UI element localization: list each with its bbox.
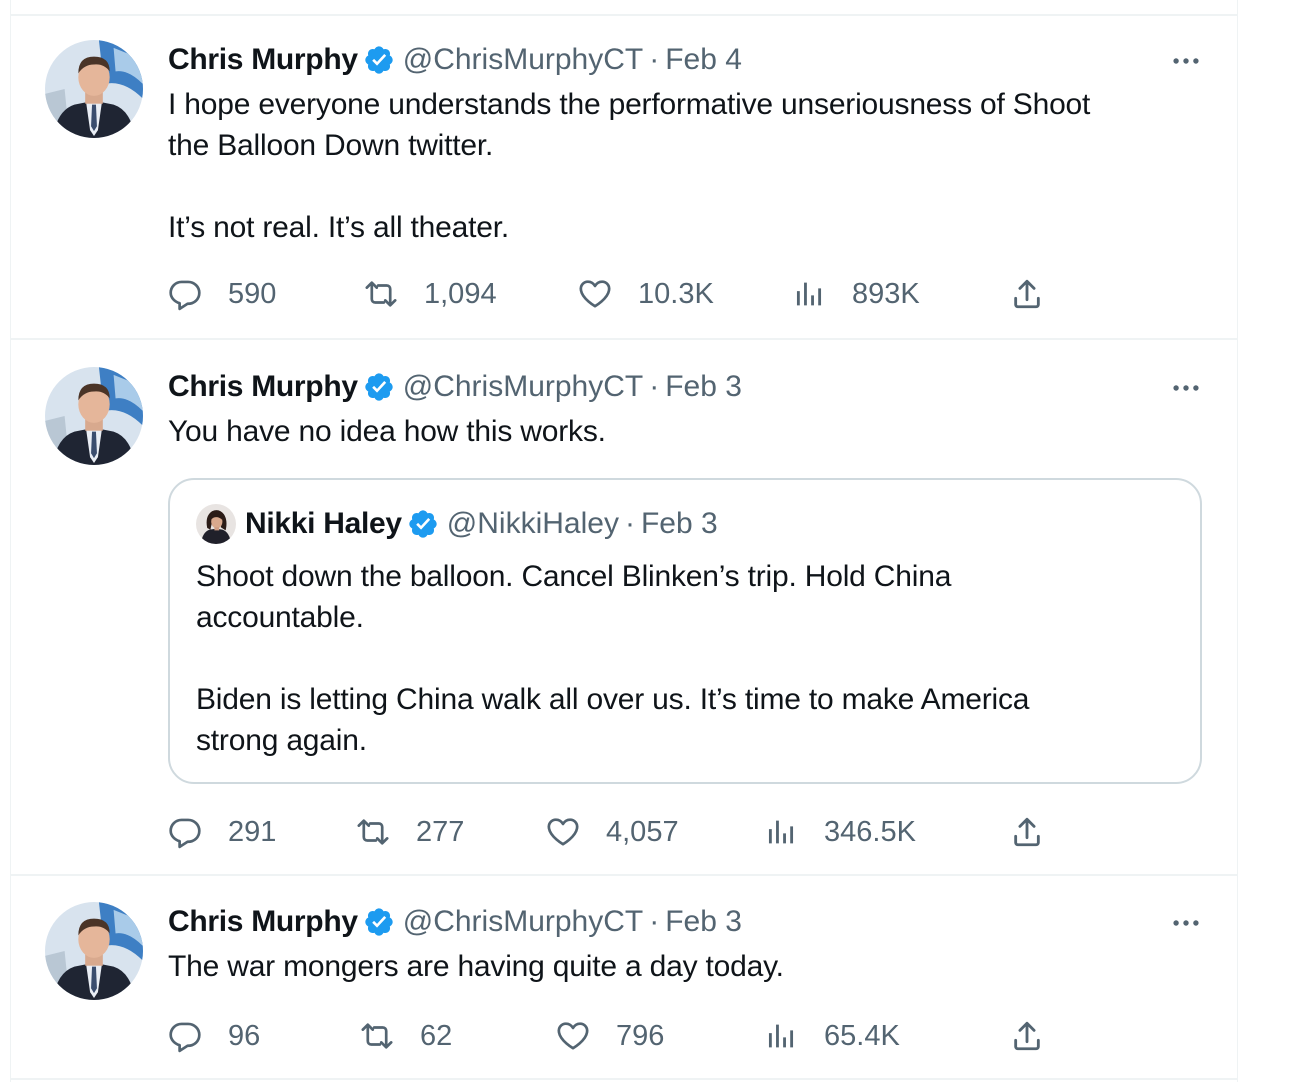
share-icon (1010, 1019, 1044, 1053)
verified-badge-icon (407, 508, 439, 540)
separator: · (649, 905, 660, 938)
tweet-header: Chris Murphy @ChrisMurphyCT · Feb 3 (168, 902, 742, 942)
tweet-text-line: I hope everyone understands the performa… (168, 88, 1091, 121)
view-count: 893K (852, 277, 920, 310)
retweet-count: 277 (416, 815, 465, 848)
tweet-text-line: It’s not real. It’s all theater. (168, 211, 510, 244)
author-handle[interactable]: @ChrisMurphyCT (403, 905, 643, 939)
share-button[interactable] (1010, 1014, 1070, 1058)
retweet-icon (356, 815, 390, 849)
tweet-date[interactable]: Feb 4 (665, 43, 742, 77)
tweet-header: Chris Murphy @ChrisMurphyCT · Feb 3 (168, 367, 742, 407)
quoted-author-name: Nikki Haley (245, 507, 402, 540)
quoted-text-line (196, 638, 1186, 679)
reply-icon (168, 1019, 202, 1053)
views-icon (792, 277, 826, 311)
tweet-date[interactable]: Feb 3 (665, 905, 742, 939)
reply-icon (168, 277, 202, 311)
tweet-text-line: The war mongers are having quite a day t… (168, 950, 784, 983)
quoted-avatar (196, 504, 236, 544)
quoted-tweet-text: Shoot down the balloon. Cancel Blinken’s… (196, 556, 1186, 761)
quoted-tweet-date: Feb 3 (640, 507, 718, 540)
reply-button[interactable]: 291 (168, 810, 276, 854)
author-name[interactable]: Chris Murphy (168, 370, 358, 404)
view-count: 346.5K (824, 815, 916, 848)
retweet-icon (360, 1019, 394, 1053)
views-icon (764, 815, 798, 849)
share-icon (1010, 277, 1044, 311)
views-icon (764, 1019, 798, 1053)
like-count: 4,057 (606, 815, 679, 848)
reply-count: 96 (228, 1019, 261, 1052)
author-handle[interactable]: @ChrisMurphyCT (403, 43, 643, 77)
more-icon[interactable] (1161, 373, 1211, 403)
reply-count: 291 (228, 815, 277, 848)
tweet[interactable]: Chris Murphy @ChrisMurphyCT · Feb 3 You … (11, 340, 1237, 876)
like-button[interactable]: 796 (556, 1014, 664, 1058)
more-icon[interactable] (1161, 908, 1211, 938)
avatar[interactable] (45, 367, 143, 465)
tweet-date[interactable]: Feb 3 (665, 370, 742, 404)
author-name[interactable]: Chris Murphy (168, 905, 358, 939)
retweet-button[interactable]: 62 (360, 1014, 452, 1058)
like-button[interactable]: 4,057 (546, 810, 679, 854)
share-button[interactable] (1010, 272, 1070, 316)
author-handle[interactable]: @ChrisMurphyCT (403, 370, 643, 404)
quoted-text-line: strong again. (196, 724, 367, 757)
view-count: 65.4K (824, 1019, 900, 1052)
avatar[interactable] (45, 40, 143, 138)
tweet-text-line (168, 166, 1090, 207)
share-button[interactable] (1010, 810, 1070, 854)
avatar[interactable] (45, 902, 143, 1000)
views-button[interactable]: 65.4K (764, 1014, 900, 1058)
quoted-author-handle: @NikkiHaley (446, 507, 619, 540)
like-button[interactable]: 10.3K (578, 272, 714, 316)
quoted-tweet-header: Nikki Haley @NikkiHaley · Feb 3 (196, 504, 718, 544)
verified-badge-icon (363, 44, 395, 76)
tweet[interactable]: Chris Murphy @ChrisMurphyCT · Feb 4 I ho… (11, 16, 1237, 340)
retweet-count: 1,094 (424, 277, 497, 310)
action-bar: 590 1,094 10.3K 893K (168, 272, 1068, 316)
tweet-text-line: You have no idea how this works. (168, 415, 606, 448)
author-name[interactable]: Chris Murphy (168, 43, 358, 77)
retweet-button[interactable]: 277 (356, 810, 464, 854)
views-button[interactable]: 346.5K (764, 810, 916, 854)
tweet-text: The war mongers are having quite a day t… (168, 946, 784, 987)
separator: · (649, 43, 660, 76)
reply-button[interactable]: 96 (168, 1014, 260, 1058)
heart-icon (578, 277, 612, 311)
reply-icon (168, 815, 202, 849)
more-icon[interactable] (1161, 46, 1211, 76)
tweet-text: I hope everyone understands the performa… (168, 84, 1090, 248)
like-count: 796 (616, 1019, 665, 1052)
like-count: 10.3K (638, 277, 714, 310)
heart-icon (546, 815, 580, 849)
share-icon (1010, 815, 1044, 849)
verified-badge-icon (363, 371, 395, 403)
timeline-feed: Chris Murphy @ChrisMurphyCT · Feb 4 I ho… (10, 0, 1238, 1082)
quoted-text-line: accountable. (196, 601, 364, 634)
tweet[interactable]: Chris Murphy @ChrisMurphyCT · Feb 3 The … (11, 876, 1237, 1080)
retweet-button[interactable]: 1,094 (364, 272, 497, 316)
reply-count: 590 (228, 277, 277, 310)
tweet-text: You have no idea how this works. (168, 411, 606, 452)
quoted-text-line: Shoot down the balloon. Cancel Blinken’s… (196, 560, 952, 593)
separator: · (624, 507, 635, 540)
heart-icon (556, 1019, 590, 1053)
views-button[interactable]: 893K (792, 272, 920, 316)
action-bar: 291 277 4,057 346.5K (168, 810, 1068, 854)
verified-badge-icon (363, 906, 395, 938)
quoted-text-line: Biden is letting China walk all over us.… (196, 683, 1030, 716)
tweet-text-line: the Balloon Down twitter. (168, 129, 494, 162)
action-bar: 96 62 796 65.4K (168, 1014, 1068, 1058)
separator: · (649, 370, 660, 403)
quoted-tweet[interactable]: Nikki Haley @NikkiHaley · Feb 3 Shoot do… (168, 478, 1202, 784)
retweet-icon (364, 277, 398, 311)
tweet-header: Chris Murphy @ChrisMurphyCT · Feb 4 (168, 40, 742, 80)
retweet-count: 62 (420, 1019, 453, 1052)
reply-button[interactable]: 590 (168, 272, 276, 316)
